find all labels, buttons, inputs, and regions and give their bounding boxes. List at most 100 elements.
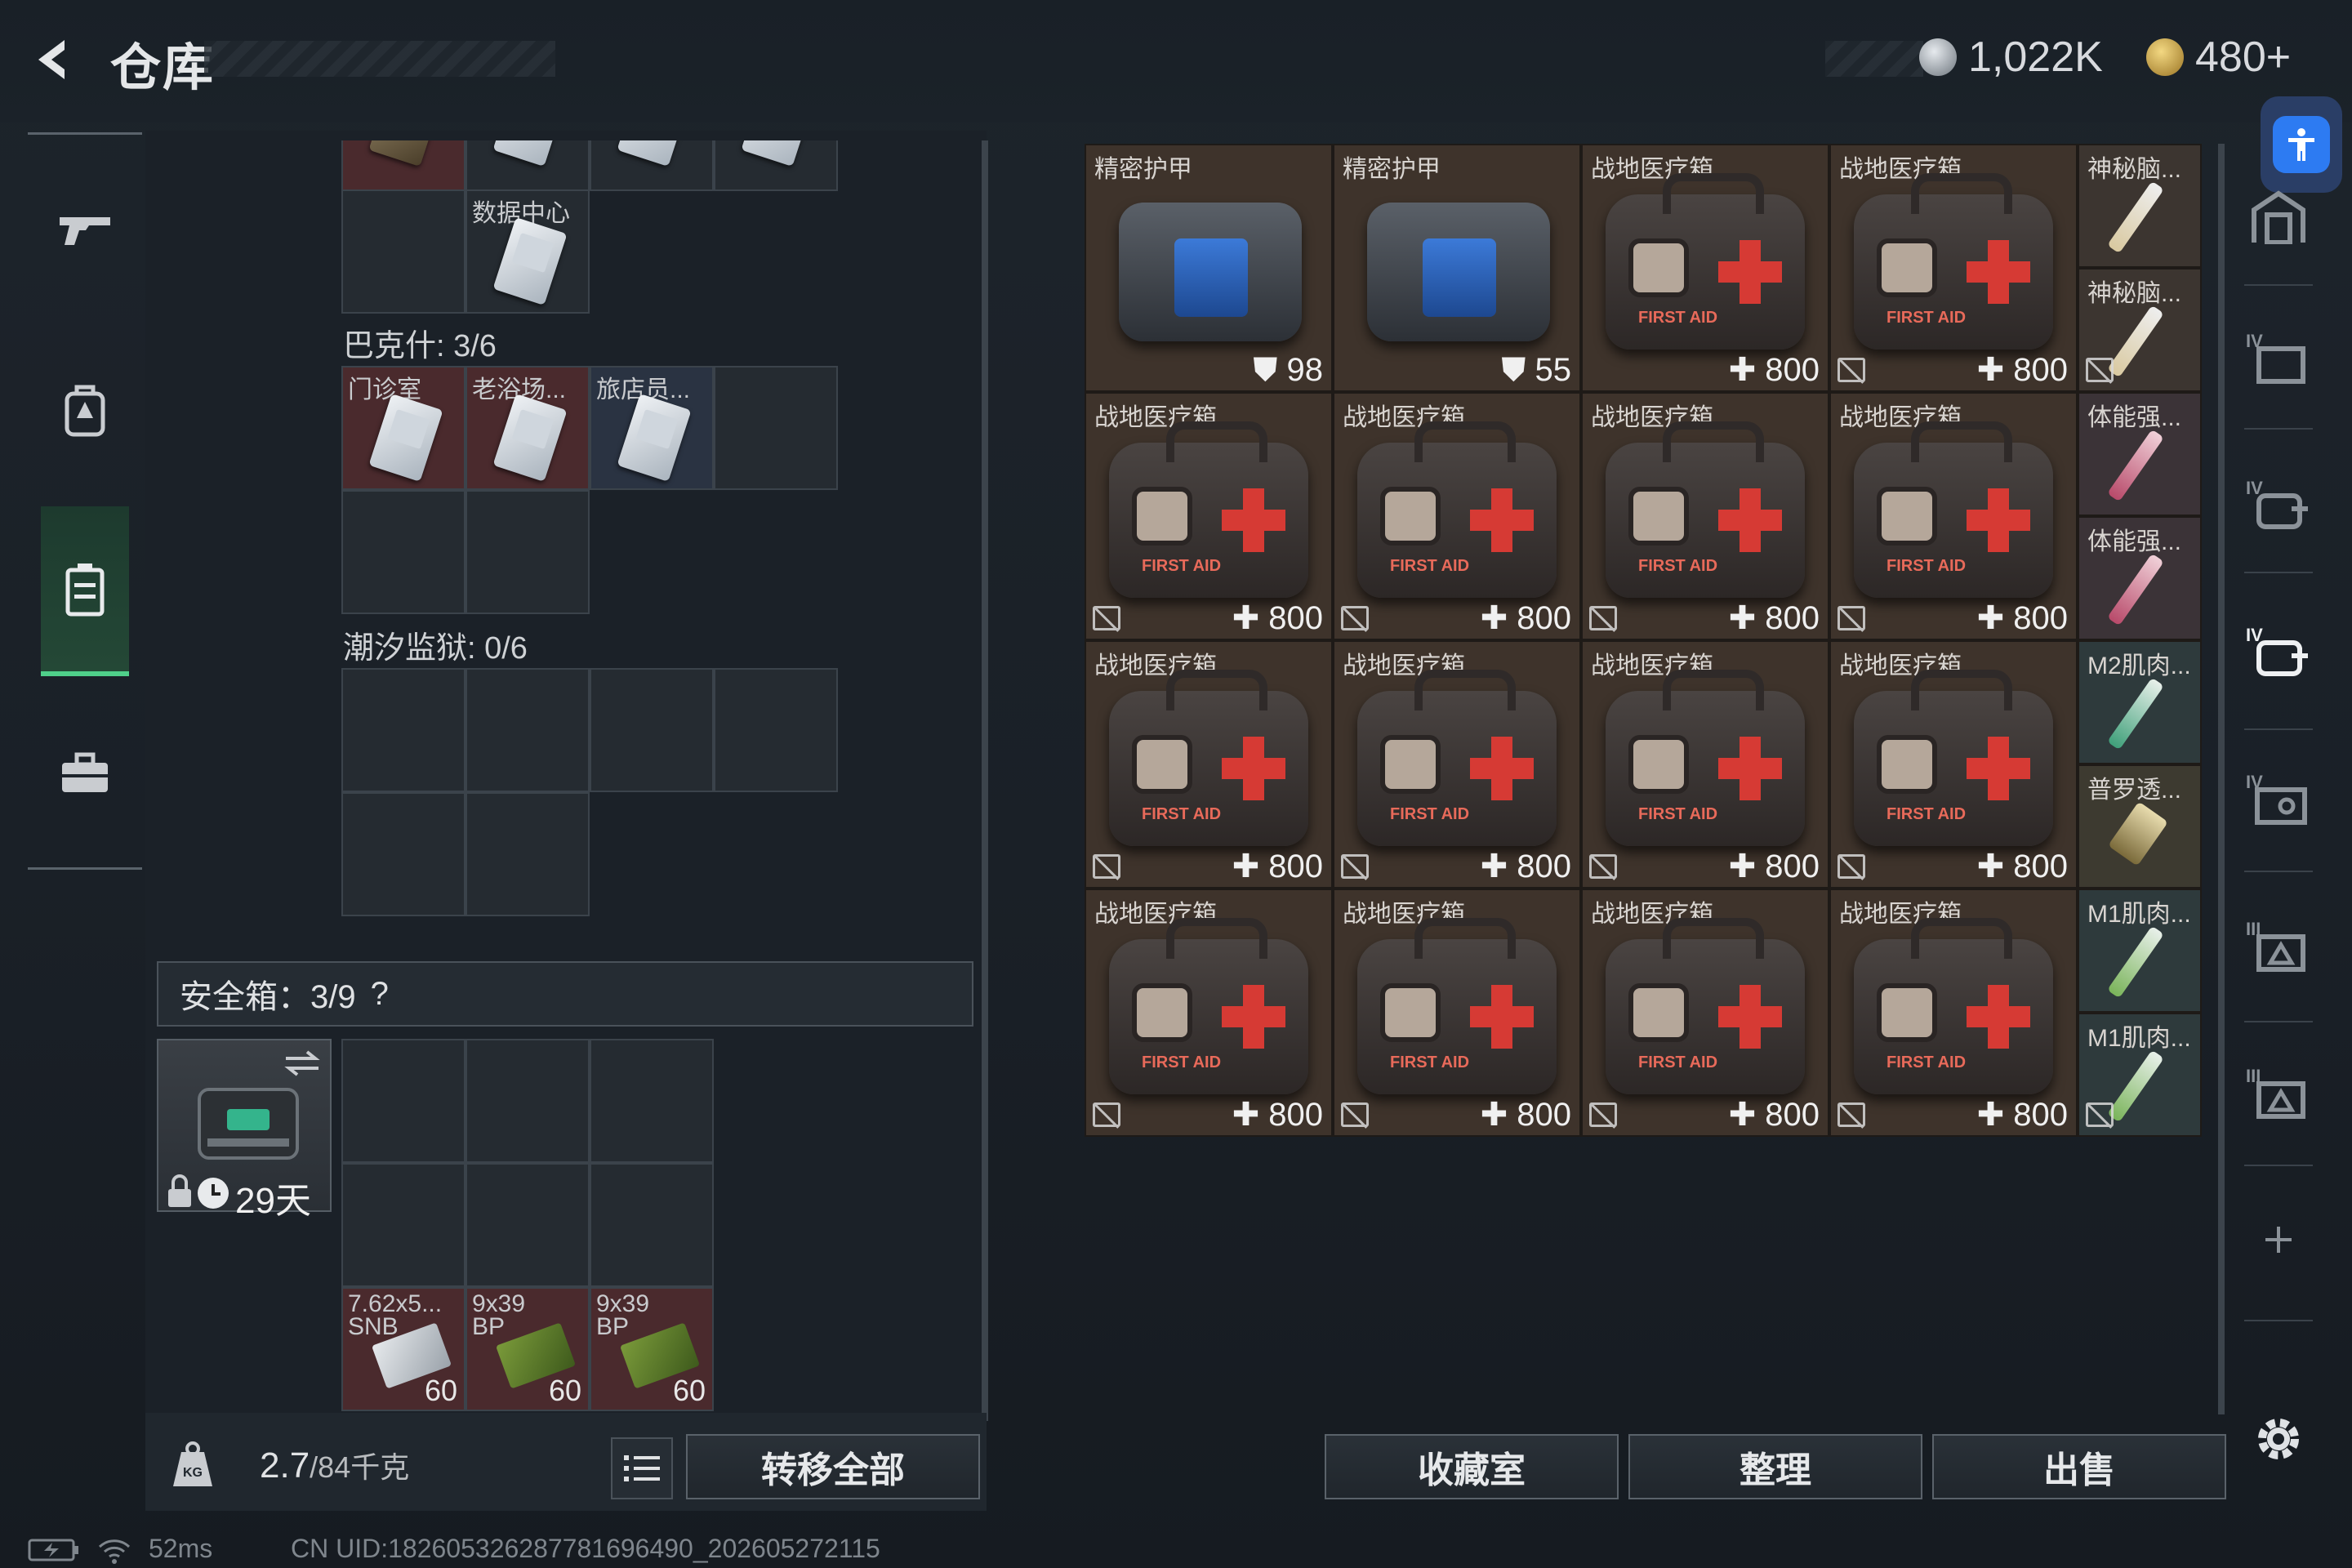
uid-text: CN UID:1826053262877816964​90_2026052721… — [291, 1534, 880, 1563]
section-bakhsh-title: 巴克什: 3/6 — [343, 329, 497, 363]
ammo-762[interactable]: 7.62x5... SNB 60 — [341, 1287, 466, 1411]
no-trade-icon — [2086, 1102, 2114, 1127]
title-stripes — [204, 41, 555, 77]
no-trade-icon — [1838, 1102, 1865, 1127]
settings-button[interactable] — [2244, 1405, 2313, 1473]
currency-stripes — [1825, 41, 1923, 77]
help-icon[interactable]: ? — [371, 976, 389, 1013]
card-old-bath[interactable]: 老浴场... — [466, 366, 590, 490]
empty-slot[interactable] — [466, 1039, 590, 1163]
item-medkit[interactable]: 战地医疗箱 FIRST AID ✚ 800 — [1581, 640, 1829, 889]
top-partial-row — [341, 140, 841, 191]
storage-box-icon: III — [2246, 1066, 2305, 1119]
data-center-card[interactable]: 数据中心 — [466, 189, 590, 314]
top-slot-2[interactable] — [466, 140, 590, 191]
top-slot-3[interactable] — [590, 140, 714, 191]
no-trade-icon — [1093, 606, 1120, 630]
tab-iv-1[interactable]: IV — [2244, 323, 2313, 392]
empty-slot[interactable] — [466, 792, 590, 916]
add-tab-button[interactable] — [2244, 1205, 2313, 1274]
stash-scrollbar[interactable] — [982, 140, 988, 1421]
ammo-9x39-2[interactable]: 9x39 BP 60 — [590, 1287, 714, 1411]
tab-iv-2[interactable]: IV — [2244, 470, 2313, 539]
top-slot-1[interactable] — [341, 140, 466, 191]
item-medkit[interactable]: 战地医疗箱 FIRST AID ✚ 800 — [1085, 392, 1333, 640]
empty-slot[interactable] — [590, 1039, 714, 1163]
safe-case-item[interactable]: 29天 — [157, 1039, 332, 1221]
empty-slot[interactable] — [466, 490, 590, 614]
item-stamina-boost[interactable]: 体能强... — [2078, 516, 2202, 640]
tab-iii-2[interactable]: III — [2244, 1058, 2313, 1127]
item-medkit[interactable]: 战地医疗箱 FIRST AID ✚ 800 — [1333, 889, 1581, 1137]
tool-box-icon: IV — [2246, 772, 2307, 825]
no-trade-icon — [1838, 606, 1865, 630]
item-m1-muscle[interactable]: M1肌肉... — [2078, 1013, 2202, 1137]
empty-slot[interactable] — [341, 792, 466, 916]
nav-divider-top — [28, 132, 142, 135]
wifi-icon — [98, 1539, 131, 1564]
item-medkit[interactable]: 战地医疗箱 FIRST AID ✚ 800 — [1085, 889, 1333, 1137]
empty-slot[interactable] — [466, 668, 590, 792]
organize-button[interactable]: 整理 — [1628, 1434, 1922, 1499]
medical-box-icon: IV — [2246, 625, 2308, 676]
empty-slot[interactable] — [341, 1163, 466, 1287]
nav-backpack[interactable] — [41, 350, 129, 472]
empty-slot[interactable] — [341, 189, 466, 314]
currency-2[interactable]: 480+ — [2146, 31, 2291, 83]
back-button[interactable] — [24, 31, 82, 88]
nav-weapons[interactable] — [41, 168, 129, 291]
item-medkit[interactable]: 战地医疗箱 FIRST AID ✚ 800 — [1829, 144, 2078, 392]
list-view-button[interactable] — [611, 1437, 673, 1499]
empty-slot[interactable] — [466, 1163, 590, 1287]
item-mystery-brain[interactable]: 神秘脑... — [2078, 144, 2202, 268]
top-slot-4[interactable] — [714, 140, 838, 191]
weight-readout: 2.7/84千克 — [260, 1444, 409, 1486]
gold-coin-icon — [2146, 38, 2184, 76]
empty-slot[interactable] — [590, 668, 714, 792]
empty-slot[interactable] — [341, 1039, 466, 1163]
item-medkit[interactable]: 战地医疗箱 FIRST AID ✚ 800 — [1581, 889, 1829, 1137]
safe-box-title: 安全箱：3/9 — [180, 979, 356, 1015]
warehouse-door-icon — [2252, 190, 2305, 244]
currency-2-value: 480+ — [2195, 33, 2292, 81]
item-medkit[interactable]: 战地医疗箱 FIRST AID ✚ 800 — [1829, 640, 2078, 889]
item-m1-muscle[interactable]: M1肌肉... — [2078, 889, 2202, 1013]
empty-slot[interactable] — [714, 366, 838, 490]
empty-slot[interactable] — [714, 668, 838, 792]
nav-briefcase[interactable] — [41, 712, 129, 835]
item-medkit[interactable]: 战地医疗箱 FIRST AID ✚ 800 — [1333, 640, 1581, 889]
item-m2-muscle[interactable]: M2肌肉... — [2078, 640, 2202, 764]
item-stamina-boost[interactable]: 体能强... — [2078, 392, 2202, 516]
card-hotel[interactable]: 旅店员... — [590, 366, 714, 490]
item-medkit[interactable]: 战地医疗箱 FIRST AID ✚ 800 — [1581, 144, 1829, 392]
card-clinic[interactable]: 门诊室 — [341, 366, 466, 490]
currency-1[interactable]: 1,022K — [1919, 31, 2103, 83]
nav-divider-bottom — [28, 867, 142, 870]
item-medkit[interactable]: 战地医疗箱 FIRST AID ✚ 800 — [1829, 889, 2078, 1137]
collection-room-button[interactable]: 收藏室 — [1325, 1434, 1619, 1499]
warehouse-grid: 精密护甲 ⛊ 98 精密护甲 ⛊ 55 战地医疗箱 FIRST AID ✚ 800 战地… — [1085, 144, 2207, 1140]
item-medkit[interactable]: 战地医疗箱 FIRST AID ✚ 800 — [1829, 392, 2078, 640]
ammo-9x39-1[interactable]: 9x39 BP 60 — [466, 1287, 590, 1411]
safe-case-timer: 29天 — [235, 1181, 311, 1221]
tab-iii-1[interactable]: III — [2244, 911, 2313, 980]
item-proteus[interactable]: 普罗透... — [2078, 764, 2202, 889]
transfer-all-button[interactable]: 转移全部 — [686, 1434, 980, 1499]
empty-slot[interactable] — [590, 1163, 714, 1287]
nav-warehouse[interactable] — [41, 529, 129, 652]
item-mystery-brain[interactable]: 神秘脑... — [2078, 268, 2202, 392]
item-medkit[interactable]: 战地医疗箱 FIRST AID ✚ 800 — [1581, 392, 1829, 640]
item-medkit[interactable]: 战地医疗箱 FIRST AID ✚ 800 — [1333, 392, 1581, 640]
no-trade-icon — [1838, 358, 1865, 382]
tab-all[interactable] — [2244, 183, 2313, 252]
warehouse-tabs: IV IV IV IV III III — [2212, 144, 2342, 1483]
item-medkit[interactable]: 战地医疗箱 FIRST AID ✚ 800 — [1085, 640, 1333, 889]
tab-iv-3-selected[interactable]: IV — [2244, 617, 2313, 686]
empty-slot[interactable] — [341, 490, 466, 614]
no-trade-icon — [2086, 358, 2114, 382]
empty-slot[interactable] — [341, 668, 466, 792]
sell-button[interactable]: 出售 — [1932, 1434, 2226, 1499]
item-armor-1[interactable]: 精密护甲 ⛊ 98 — [1085, 144, 1333, 392]
tab-iv-4[interactable]: IV — [2244, 764, 2313, 833]
item-armor-2[interactable]: 精密护甲 ⛊ 55 — [1333, 144, 1581, 392]
